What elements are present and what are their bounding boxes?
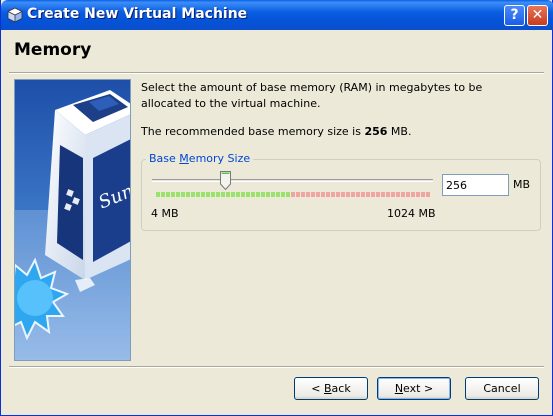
max-memory-label: 1024 MB [387, 207, 436, 220]
wizard-image: Sun [14, 79, 131, 361]
scale-segment [306, 192, 310, 197]
scale-segment [271, 192, 275, 197]
cancel-button[interactable]: Cancel [465, 377, 539, 400]
scale-segment [186, 192, 190, 197]
scale-segment [276, 192, 280, 197]
scale-segment [351, 192, 355, 197]
scale-segment [246, 192, 250, 197]
next-button[interactable]: Next > [377, 377, 451, 400]
scale-segment [196, 192, 200, 197]
scale-segment [421, 192, 425, 197]
scale-segment [341, 192, 345, 197]
scale-segment [256, 192, 260, 197]
title-bar[interactable]: Create New Virtual Machine ? ✕ [1, 0, 553, 30]
close-button[interactable]: ✕ [527, 5, 548, 26]
min-memory-label: 4 MB [151, 207, 179, 220]
scale-segment [296, 192, 300, 197]
scale-segment [261, 192, 265, 197]
scale-segment [226, 192, 230, 197]
scale-segment [236, 192, 240, 197]
scale-segment [281, 192, 285, 197]
scale-segment [366, 192, 370, 197]
scale-segment [291, 192, 295, 197]
scale-segment [206, 192, 210, 197]
memory-unit-label: MB [513, 178, 531, 191]
scale-segment [401, 192, 405, 197]
window-title: Create New Virtual Machine [27, 6, 248, 22]
scale-segment [251, 192, 255, 197]
scale-segment [241, 192, 245, 197]
memory-slider-track[interactable] [152, 179, 433, 182]
memory-scale [156, 192, 431, 197]
scale-segment [391, 192, 395, 197]
scale-segment [371, 192, 375, 197]
scale-segment [311, 192, 315, 197]
scale-segment [191, 192, 195, 197]
wizard-window: Create New Virtual Machine ? ✕ Memory Su… [0, 0, 553, 416]
scale-segment [381, 192, 385, 197]
scale-segment [426, 192, 430, 197]
scale-segment [211, 192, 215, 197]
virtualbox-cube-icon [7, 7, 23, 23]
memory-slider-thumb[interactable] [220, 171, 231, 190]
scale-segment [301, 192, 305, 197]
scale-segment [406, 192, 410, 197]
scale-segment [161, 192, 165, 197]
scale-segment [356, 192, 360, 197]
help-button[interactable]: ? [504, 5, 525, 26]
scale-segment [156, 192, 160, 197]
scale-segment [166, 192, 170, 197]
description-text: Select the amount of base memory (RAM) i… [141, 81, 483, 110]
page-title: Memory [14, 40, 92, 60]
scale-segment [266, 192, 270, 197]
base-memory-legend: Base Memory Size [146, 152, 254, 165]
virtualbox-sun-logo: Sun [15, 80, 130, 360]
scale-segment [216, 192, 220, 197]
scale-segment [396, 192, 400, 197]
scale-segment [231, 192, 235, 197]
recommended-value: 256 [364, 125, 388, 138]
recommended-text: The recommended base memory size is 256 … [141, 125, 412, 138]
scale-segment [376, 192, 380, 197]
scale-segment [411, 192, 415, 197]
footer-separator [9, 366, 544, 368]
scale-segment [331, 192, 335, 197]
scale-segment [286, 192, 290, 197]
scale-segment [316, 192, 320, 197]
scale-segment [171, 192, 175, 197]
scale-segment [361, 192, 365, 197]
scale-segment [176, 192, 180, 197]
scale-segment [386, 192, 390, 197]
scale-segment [181, 192, 185, 197]
scale-segment [416, 192, 420, 197]
back-button[interactable]: < Back [294, 377, 368, 400]
header-separator [9, 72, 544, 74]
scale-segment [201, 192, 205, 197]
scale-segment [326, 192, 330, 197]
scale-segment [221, 192, 225, 197]
scale-segment [346, 192, 350, 197]
scale-segment [321, 192, 325, 197]
scale-segment [336, 192, 340, 197]
memory-value-input[interactable] [442, 174, 509, 196]
